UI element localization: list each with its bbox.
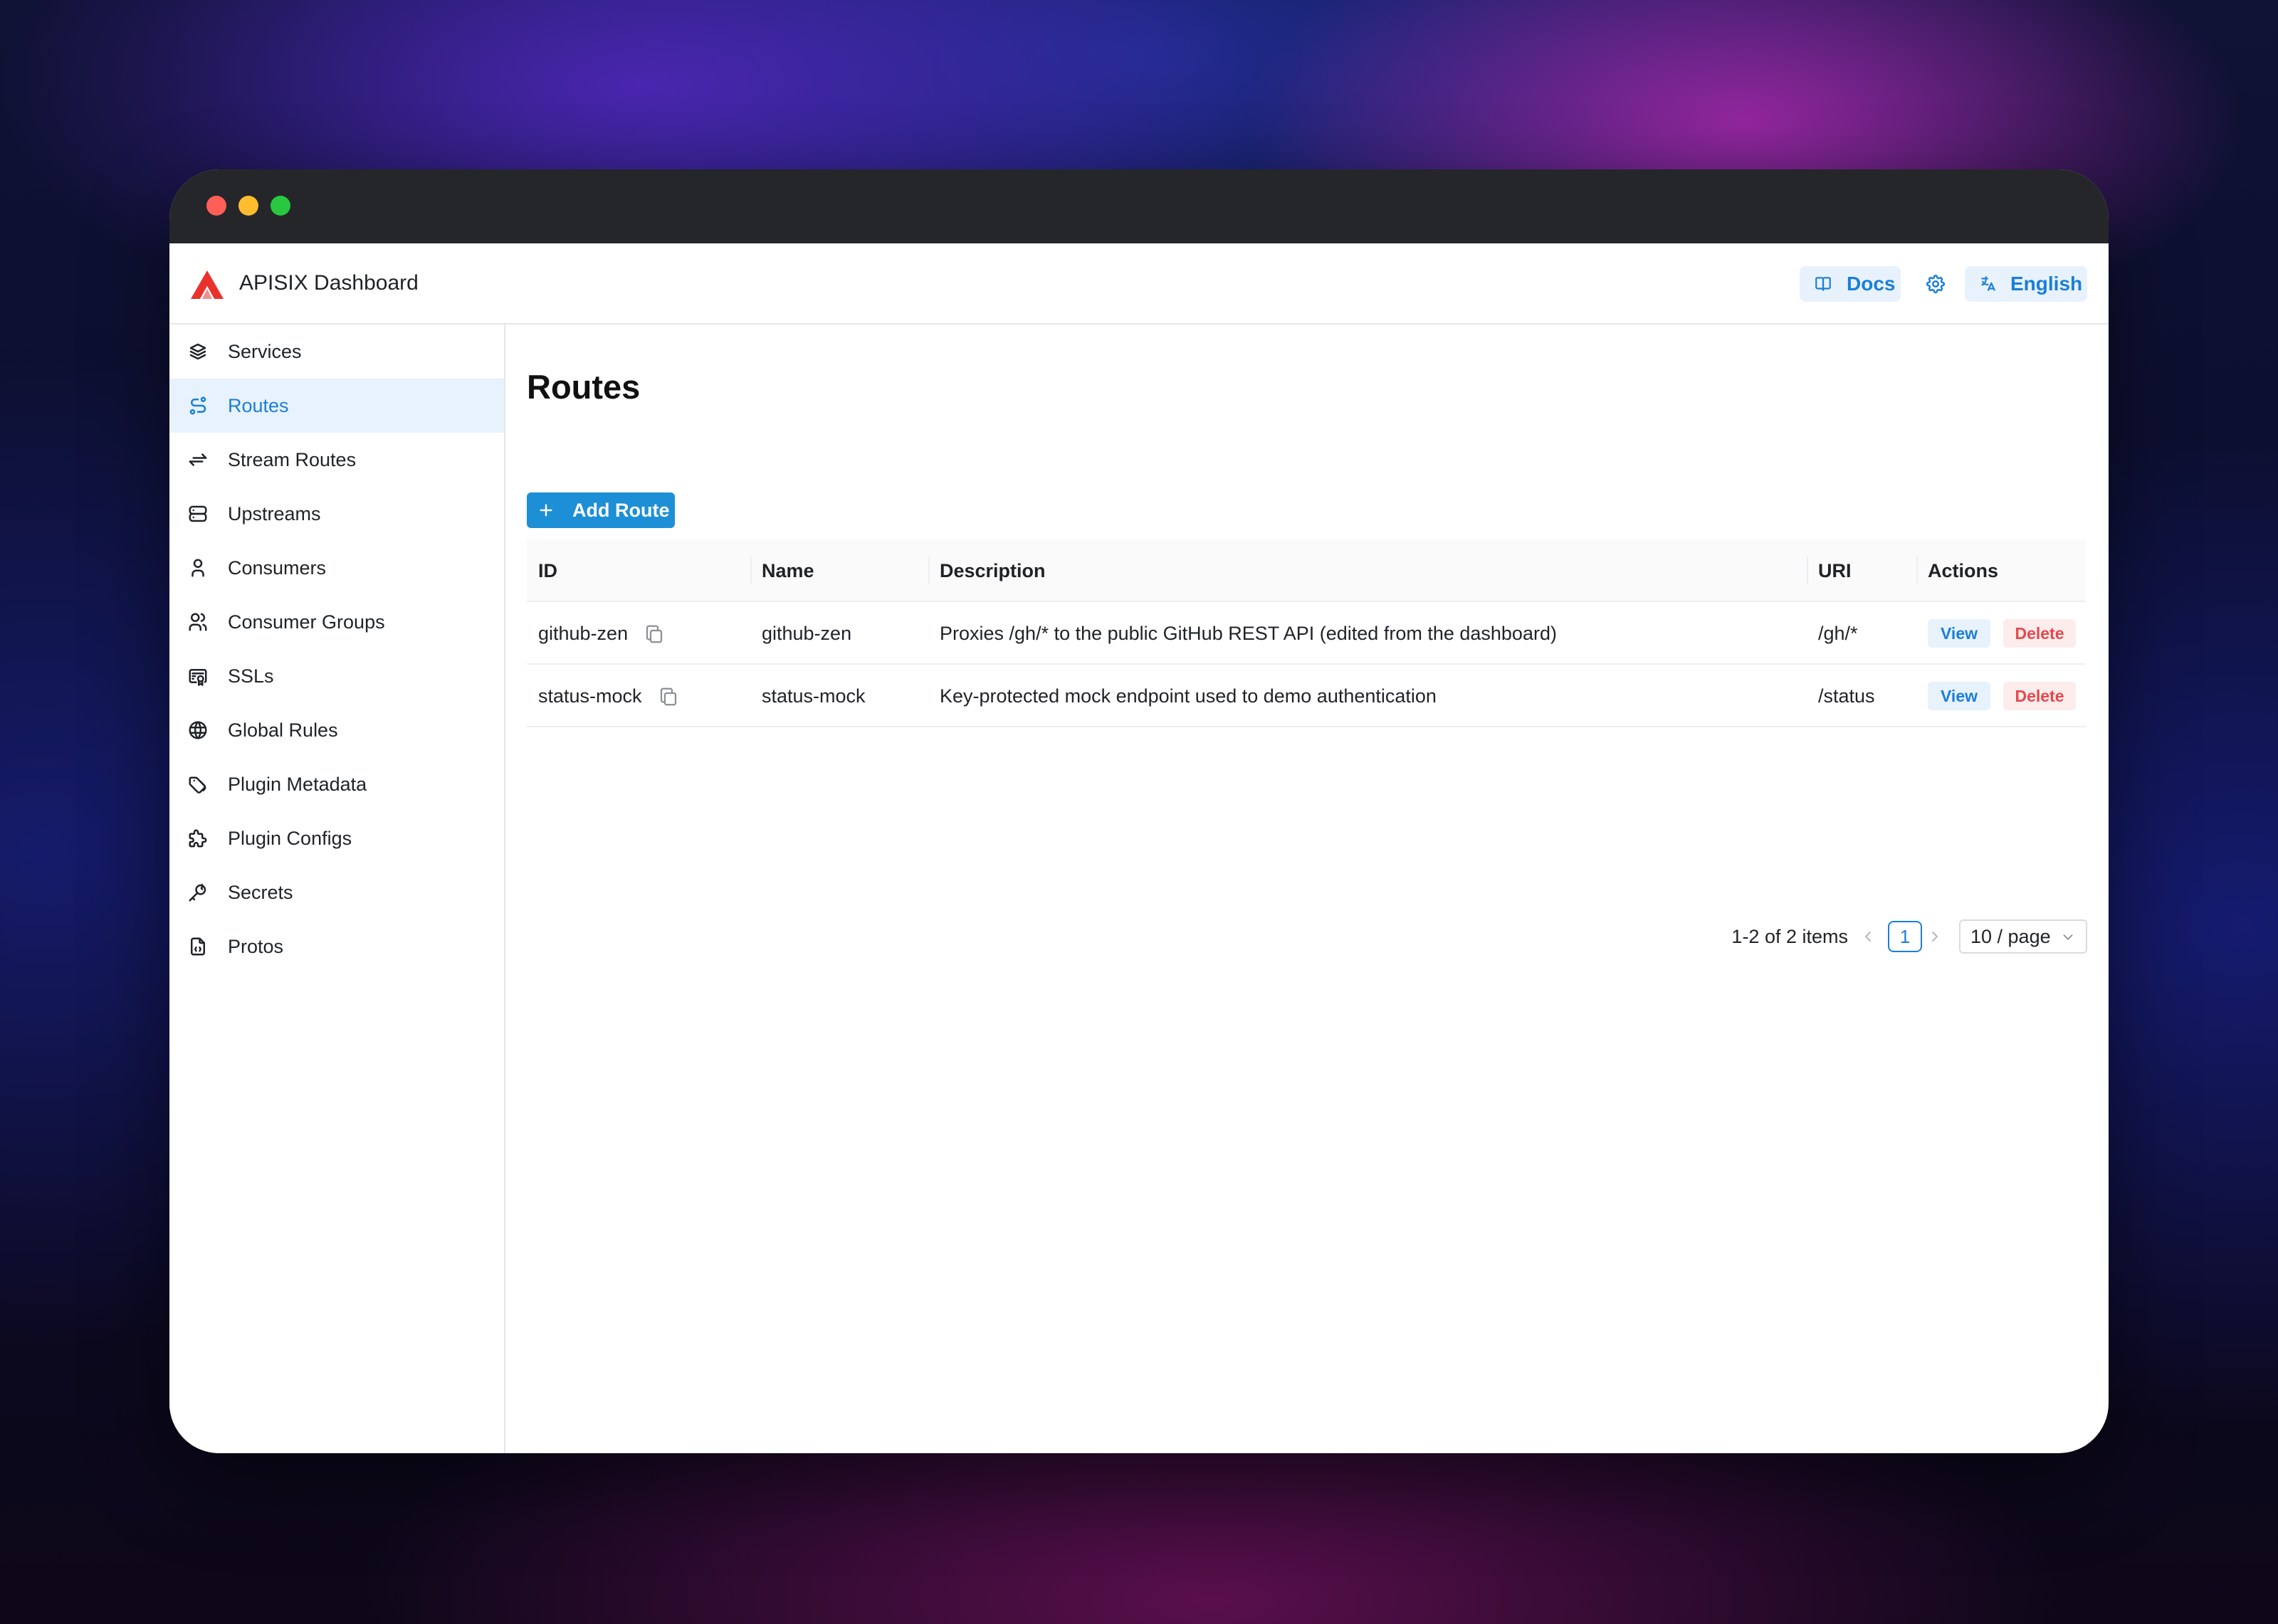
column-divider bbox=[750, 557, 752, 585]
table-header: ID Name Description URI Actions bbox=[527, 539, 2086, 602]
language-button[interactable]: English bbox=[1965, 266, 2087, 302]
sidebar-item-label: Global Rules bbox=[228, 719, 338, 741]
route-icon bbox=[187, 394, 209, 417]
chevron-left-icon[interactable] bbox=[1859, 928, 1877, 945]
plus-icon bbox=[540, 504, 552, 517]
tags-icon bbox=[187, 773, 209, 796]
route-uri: /status bbox=[1818, 685, 1875, 707]
sidebar: Services Routes Stream Routes Upstreams … bbox=[169, 325, 505, 1453]
sidebar-item-protos[interactable]: Protos bbox=[169, 919, 504, 974]
main-content: Routes Add Route ID Name Description URI… bbox=[505, 325, 2109, 1453]
sidebar-item-secrets[interactable]: Secrets bbox=[169, 865, 504, 919]
sidebar-item-plugin-configs[interactable]: Plugin Configs bbox=[169, 811, 504, 865]
routes-table: ID Name Description URI Actions github-z… bbox=[527, 539, 2086, 727]
window-titlebar bbox=[169, 169, 2109, 243]
language-icon bbox=[1981, 276, 1995, 291]
chevron-right-icon[interactable] bbox=[1926, 928, 1943, 945]
certificate-icon bbox=[187, 665, 209, 687]
add-route-label: Add Route bbox=[572, 499, 670, 521]
page-size-value: 10 / page bbox=[1970, 926, 2051, 947]
sidebar-item-consumers[interactable]: Consumers bbox=[169, 541, 504, 595]
route-uri: /gh/* bbox=[1818, 623, 1858, 644]
column-header-name[interactable]: Name bbox=[762, 539, 814, 602]
column-header-uri[interactable]: URI bbox=[1818, 539, 1852, 602]
delete-button[interactable]: Delete bbox=[2003, 682, 2076, 710]
column-divider bbox=[1916, 557, 1918, 585]
app-window: APISIX Dashboard Docs English Services R… bbox=[169, 169, 2109, 1453]
sidebar-item-label: SSLs bbox=[228, 665, 274, 687]
docs-label: Docs bbox=[1847, 273, 1896, 295]
sidebar-item-consumer-groups[interactable]: Consumer Groups bbox=[169, 595, 504, 649]
column-header-actions: Actions bbox=[1928, 560, 1999, 581]
window-minimize-button[interactable] bbox=[238, 196, 258, 216]
table-row: github-zen github-zen Proxies /gh/* to t… bbox=[527, 602, 2086, 665]
puzzle-icon bbox=[187, 827, 209, 850]
window-zoom-button[interactable] bbox=[271, 196, 290, 216]
route-id: status-mock bbox=[538, 685, 642, 707]
sidebar-item-label: Secrets bbox=[228, 882, 293, 903]
delete-button[interactable]: Delete bbox=[2003, 619, 2076, 648]
server-icon bbox=[187, 502, 209, 525]
settings-button[interactable] bbox=[1918, 266, 1953, 302]
sidebar-item-routes[interactable]: Routes bbox=[169, 379, 504, 433]
layers-icon bbox=[187, 340, 209, 363]
route-id: github-zen bbox=[538, 623, 629, 644]
sidebar-item-upstreams[interactable]: Upstreams bbox=[169, 487, 504, 541]
sidebar-item-stream-routes[interactable]: Stream Routes bbox=[169, 433, 504, 487]
file-code-icon bbox=[187, 935, 209, 958]
users-icon bbox=[187, 611, 209, 633]
route-description: Proxies /gh/* to the public GitHub REST … bbox=[940, 623, 1557, 644]
app-header: APISIX Dashboard Docs English bbox=[169, 243, 2109, 325]
column-header-description[interactable]: Description bbox=[940, 539, 1046, 602]
sidebar-item-label: Upstreams bbox=[228, 503, 321, 524]
sidebar-item-label: Plugin Configs bbox=[228, 828, 352, 849]
app-title: APISIX Dashboard bbox=[239, 271, 419, 295]
sidebar-item-label: Consumer Groups bbox=[228, 611, 385, 633]
view-button[interactable]: View bbox=[1928, 619, 1990, 648]
key-icon bbox=[187, 881, 209, 904]
book-icon bbox=[1815, 277, 1831, 291]
route-name: status-mock bbox=[762, 685, 866, 707]
column-divider bbox=[928, 557, 930, 585]
column-header-id[interactable]: ID bbox=[538, 539, 557, 602]
sidebar-item-label: Consumers bbox=[228, 557, 327, 579]
sidebar-item-label: Protos bbox=[228, 936, 284, 957]
pagination: 1-2 of 2 items 1 10 / page bbox=[1689, 919, 2087, 954]
copy-icon[interactable] bbox=[644, 623, 665, 645]
globe-icon bbox=[187, 719, 209, 742]
sidebar-item-services[interactable]: Services bbox=[169, 325, 504, 379]
gear-icon bbox=[1926, 275, 1946, 294]
sidebar-item-label: Routes bbox=[228, 395, 289, 416]
chevron-down-icon bbox=[2063, 934, 2073, 940]
sidebar-item-ssls[interactable]: SSLs bbox=[169, 649, 504, 703]
page-size-select[interactable]: 10 / page bbox=[1959, 919, 2087, 954]
sidebar-item-plugin-metadata[interactable]: Plugin Metadata bbox=[169, 757, 504, 811]
user-icon bbox=[187, 557, 209, 579]
add-route-button[interactable]: Add Route bbox=[527, 492, 675, 528]
apisix-logo-icon bbox=[191, 270, 224, 299]
docs-button[interactable]: Docs bbox=[1800, 266, 1901, 302]
column-divider bbox=[1807, 557, 1808, 585]
view-button[interactable]: View bbox=[1928, 682, 1990, 710]
route-description: Key-protected mock endpoint used to demo… bbox=[940, 685, 1437, 707]
route-name: github-zen bbox=[762, 623, 852, 644]
sidebar-item-label: Plugin Metadata bbox=[228, 774, 367, 795]
page-number-current[interactable]: 1 bbox=[1888, 921, 1922, 952]
sidebar-item-label: Stream Routes bbox=[228, 449, 357, 470]
page-title: Routes bbox=[527, 368, 641, 406]
sidebar-item-label: Services bbox=[228, 341, 302, 362]
language-label: English bbox=[2010, 273, 2083, 295]
copy-icon[interactable] bbox=[658, 686, 679, 707]
arrows-exchange-icon bbox=[187, 448, 209, 471]
pagination-total: 1-2 of 2 items bbox=[1731, 926, 1848, 947]
table-row: status-mock status-mock Key-protected mo… bbox=[527, 665, 2086, 727]
window-close-button[interactable] bbox=[206, 196, 226, 216]
sidebar-item-global-rules[interactable]: Global Rules bbox=[169, 703, 504, 757]
